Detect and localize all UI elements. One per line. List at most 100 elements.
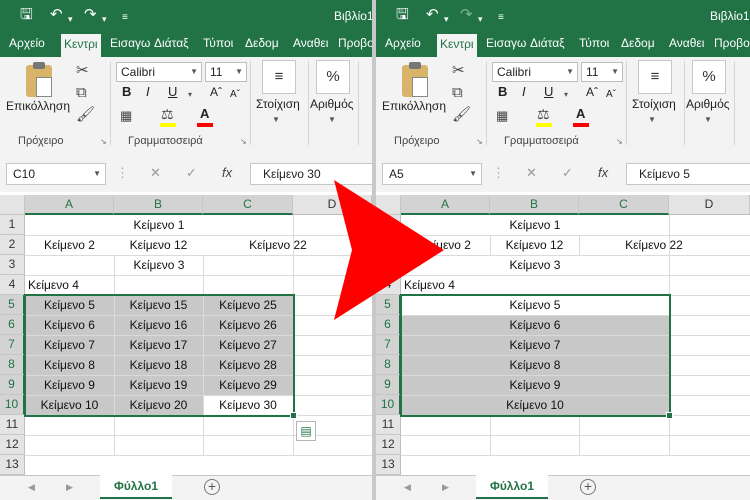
font-color-button[interactable]: A bbox=[576, 106, 585, 122]
alignment-button-label[interactable]: Στοίχιση bbox=[632, 97, 676, 111]
underline-dropdown-icon[interactable]: ▾ bbox=[188, 87, 192, 103]
next-sheet-icon[interactable]: ▶ bbox=[66, 482, 73, 493]
confirm-entry-icon[interactable]: ✓ bbox=[562, 165, 573, 181]
font-color-button[interactable]: A bbox=[200, 106, 209, 122]
column-header-d[interactable]: D bbox=[669, 195, 750, 215]
tab-layout[interactable]: Διάταξ bbox=[154, 36, 189, 50]
alignment-icon[interactable]: ≡ bbox=[262, 60, 296, 94]
tab-file[interactable]: Αρχείο bbox=[9, 36, 45, 50]
row-header-4[interactable]: 4 bbox=[0, 275, 25, 295]
clipboard-launcher-icon[interactable]: ↘ bbox=[476, 137, 483, 146]
font-size-combo[interactable]: 11 ▼ bbox=[581, 62, 623, 82]
row-header-5[interactable]: 5 bbox=[0, 295, 25, 315]
tab-layout[interactable]: Διάταξ bbox=[530, 36, 565, 50]
borders-icon[interactable]: ▦ bbox=[120, 108, 132, 124]
sheet-tab-1[interactable]: Φύλλο1 bbox=[100, 475, 172, 499]
add-sheet-button[interactable]: + bbox=[204, 479, 220, 495]
row-header-12[interactable]: 12 bbox=[376, 435, 401, 455]
font-launcher-icon[interactable]: ↘ bbox=[616, 137, 623, 146]
paste-button-label[interactable]: Επικόλληση bbox=[382, 99, 446, 113]
row-header-10[interactable]: 10 bbox=[376, 395, 401, 415]
underline-dropdown-icon[interactable]: ▾ bbox=[564, 87, 568, 103]
fill-handle[interactable] bbox=[666, 412, 673, 419]
copy-icon[interactable]: ⧉ bbox=[76, 85, 87, 101]
clipboard-launcher-icon[interactable]: ↘ bbox=[100, 137, 107, 146]
font-launcher-icon[interactable]: ↘ bbox=[240, 137, 247, 146]
select-all-corner[interactable] bbox=[0, 195, 25, 215]
prev-sheet-icon[interactable]: ◀ bbox=[28, 482, 35, 493]
row-header-1[interactable]: 1 bbox=[0, 215, 25, 235]
alignment-button-label[interactable]: Στοίχιση bbox=[256, 97, 300, 111]
row-header-13[interactable]: 13 bbox=[0, 455, 25, 475]
undo-dropdown-icon[interactable]: ▾ bbox=[444, 10, 449, 28]
row-header-11[interactable]: 11 bbox=[376, 415, 401, 435]
formula-input[interactable]: Κείμενο 5 bbox=[626, 163, 750, 185]
undo-dropdown-icon[interactable]: ▾ bbox=[68, 10, 73, 28]
font-name-combo[interactable]: Calibri ▼ bbox=[492, 62, 578, 82]
tab-view[interactable]: Προβο bbox=[714, 36, 750, 50]
customize-qat-icon[interactable]: ≡ bbox=[122, 9, 128, 27]
row-header-3[interactable]: 3 bbox=[0, 255, 25, 275]
column-header-b[interactable]: B bbox=[114, 195, 203, 215]
bold-button[interactable]: B bbox=[122, 84, 131, 100]
number-button-label[interactable]: Αριθμός bbox=[686, 97, 730, 111]
cell-b2[interactable]: Κείμενο 12 bbox=[490, 235, 579, 255]
redo-dropdown-icon[interactable]: ▾ bbox=[478, 10, 483, 28]
confirm-entry-icon[interactable]: ✓ bbox=[186, 165, 197, 181]
font-shrink-icon[interactable]: Aˇ bbox=[606, 87, 616, 103]
format-painter-icon[interactable]: 🖌 bbox=[452, 107, 471, 123]
font-shrink-icon[interactable]: Aˇ bbox=[230, 87, 240, 103]
cell-a4[interactable]: Κείμενο 4 bbox=[25, 275, 128, 295]
column-header-c[interactable]: C bbox=[579, 195, 669, 215]
column-header-a[interactable]: A bbox=[25, 195, 114, 215]
sheet-tab-1[interactable]: Φύλλο1 bbox=[476, 475, 548, 499]
italic-button[interactable]: I bbox=[146, 84, 150, 100]
borders-icon[interactable]: ▦ bbox=[496, 108, 508, 124]
tab-data[interactable]: Δεδομ bbox=[245, 36, 279, 50]
tab-review[interactable]: Αναθει bbox=[669, 36, 704, 50]
row-header-8[interactable]: 8 bbox=[376, 355, 401, 375]
number-format-icon[interactable]: % bbox=[316, 60, 350, 94]
font-size-combo[interactable]: 11 ▼ bbox=[205, 62, 247, 82]
italic-button[interactable]: I bbox=[522, 84, 526, 100]
tab-home[interactable]: Κεντρι bbox=[61, 34, 101, 57]
tab-data[interactable]: Δεδομ bbox=[621, 36, 655, 50]
tab-home[interactable]: Κεντρι bbox=[437, 34, 477, 57]
insert-function-icon[interactable]: fx bbox=[222, 165, 232, 180]
redo-icon[interactable]: ↷ bbox=[84, 6, 97, 24]
cell-a1-merged[interactable]: Κείμενο 1 bbox=[25, 215, 293, 235]
cancel-entry-icon[interactable]: ✕ bbox=[150, 165, 161, 181]
cut-icon[interactable]: ✂ bbox=[76, 63, 89, 79]
next-sheet-icon[interactable]: ▶ bbox=[442, 482, 449, 493]
column-header-c[interactable]: C bbox=[203, 195, 293, 215]
format-painter-icon[interactable]: 🖌 bbox=[76, 107, 95, 123]
tab-view[interactable]: Προβο bbox=[338, 36, 372, 50]
cut-icon[interactable]: ✂ bbox=[452, 63, 465, 79]
row-header-2[interactable]: 2 bbox=[0, 235, 25, 255]
undo-icon[interactable]: ↶ bbox=[50, 6, 63, 24]
cell-a3-merged[interactable]: Κείμενο 3 bbox=[25, 255, 293, 275]
row-header-11[interactable]: 11 bbox=[0, 415, 25, 435]
fill-color-icon[interactable]: ⚖ bbox=[161, 106, 174, 122]
cell-c2[interactable]: Κείμενο 22 bbox=[579, 235, 729, 255]
prev-sheet-icon[interactable]: ◀ bbox=[404, 482, 411, 493]
alignment-icon[interactable]: ≡ bbox=[638, 60, 672, 94]
tab-review[interactable]: Αναθει bbox=[293, 36, 328, 50]
customize-qat-icon[interactable]: ≡ bbox=[498, 9, 504, 27]
cell-a2[interactable]: Κείμενο 2 bbox=[25, 235, 114, 255]
fill-color-icon[interactable]: ⚖ bbox=[537, 106, 550, 122]
bold-button[interactable]: B bbox=[498, 84, 507, 100]
redo-icon[interactable]: ↷ bbox=[460, 6, 473, 24]
font-name-combo[interactable]: Calibri ▼ bbox=[116, 62, 202, 82]
copy-icon[interactable]: ⧉ bbox=[452, 85, 463, 101]
paste-button-label[interactable]: Επικόλληση bbox=[6, 99, 70, 113]
row-header-12[interactable]: 12 bbox=[0, 435, 25, 455]
row-header-7[interactable]: 7 bbox=[0, 335, 25, 355]
column-header-b[interactable]: B bbox=[490, 195, 579, 215]
row-header-10[interactable]: 10 bbox=[0, 395, 25, 415]
font-grow-icon[interactable]: Aˆ bbox=[586, 84, 598, 100]
cancel-entry-icon[interactable]: ✕ bbox=[526, 165, 537, 181]
name-box[interactable]: C10 ▼ bbox=[6, 163, 106, 185]
tab-insert[interactable]: Εισαγω bbox=[486, 36, 526, 50]
tab-formulas[interactable]: Τύποι bbox=[579, 36, 609, 50]
